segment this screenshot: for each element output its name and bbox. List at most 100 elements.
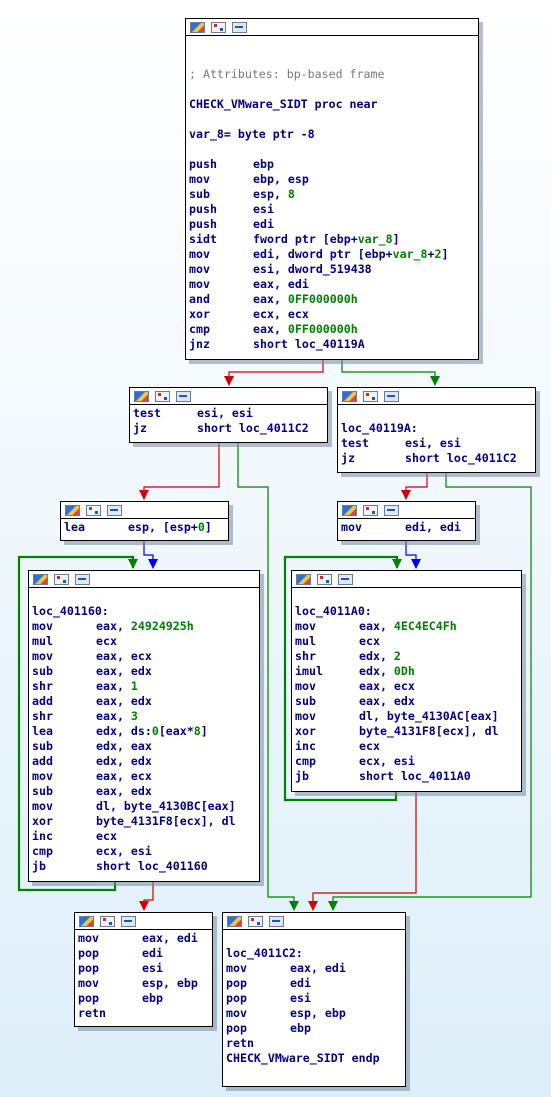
color-icon[interactable]: color-icon xyxy=(342,504,357,516)
instruction-line: push ebp xyxy=(189,157,478,172)
instruction-line: pop edi xyxy=(226,976,405,991)
mnemonic: sub xyxy=(295,694,316,708)
operand: eax, edi xyxy=(290,961,346,975)
node-header: color-icon graph-icon text-icon xyxy=(292,571,521,588)
operand: ebp xyxy=(290,1021,311,1035)
node-loc-40119a[interactable]: color-icon graph-icon text-icon loc_40119A… xyxy=(337,387,536,473)
graph-icon[interactable]: graph-icon xyxy=(363,504,378,516)
operand: eax, xyxy=(253,322,288,336)
text-icon[interactable]: text-icon xyxy=(269,915,284,927)
arrowhead-icon xyxy=(139,490,149,500)
operand: esi, dword_519438 xyxy=(253,262,372,276)
graph-icon[interactable]: graph-icon xyxy=(100,915,115,927)
operand: [eax* xyxy=(158,724,194,738)
operand: ecx xyxy=(359,634,380,648)
operand: ecx xyxy=(96,829,117,843)
node-code: mov eax, edi pop edi pop esi mov esp, ebp pop ebp… xyxy=(75,930,212,1021)
mnemonic: pop xyxy=(78,961,99,975)
text-icon[interactable]: text-icon xyxy=(176,390,191,402)
graph-icon[interactable]: graph-icon xyxy=(317,573,332,585)
mnemonic: mov xyxy=(32,799,53,813)
graph-icon[interactable]: graph-icon xyxy=(86,504,101,516)
instruction-line: mov esp, ebp xyxy=(78,976,212,991)
graph-icon[interactable]: graph-icon xyxy=(211,21,226,33)
color-icon[interactable]: color-icon xyxy=(227,915,242,927)
node-header: color-icon graph-icon text-icon xyxy=(223,913,405,930)
graph-icon[interactable]: graph-icon xyxy=(363,390,378,402)
instruction-line: and eax, 0FF000000h xyxy=(189,292,478,307)
graph-icon[interactable]: graph-icon xyxy=(155,390,170,402)
mnemonic: mov xyxy=(78,976,99,990)
mnemonic: pop xyxy=(78,991,99,1005)
mnemonic: mov xyxy=(78,931,99,945)
instruction-line: lea edx, ds:0[eax*8] xyxy=(32,724,259,739)
node-return-left[interactable]: color-icon graph-icon text-icon mov eax, ed… xyxy=(74,912,213,1027)
instruction-line: mov eax, ecx xyxy=(32,769,259,784)
node-loc-401160[interactable]: color-icon graph-icon text-icon loc_401160… xyxy=(28,570,260,882)
arrowhead-icon xyxy=(289,901,299,911)
instruction-line: add eax, edx xyxy=(32,694,259,709)
node-loc-4011c2[interactable]: color-icon graph-icon text-icon loc_4011C2… xyxy=(222,912,406,1087)
text-icon[interactable]: text-icon xyxy=(232,21,247,33)
node-lea-esp[interactable]: color-icon graph-icon text-icon lea esp, [e… xyxy=(60,501,229,541)
operand: byte_4131F8[ecx], dl xyxy=(96,814,236,828)
color-icon[interactable]: color-icon xyxy=(33,573,48,585)
node-loc-4011a0[interactable]: color-icon graph-icon text-icon loc_4011A0… xyxy=(291,570,522,792)
mnemonic: sub xyxy=(189,187,210,201)
operand-number: 0Dh xyxy=(393,664,415,678)
operand: eax, xyxy=(96,679,131,693)
instruction-line: mul ecx xyxy=(295,634,521,649)
text-icon[interactable]: text-icon xyxy=(384,390,399,402)
mnemonic: add xyxy=(32,754,53,768)
instruction-line: mov esp, ebp xyxy=(226,1006,405,1021)
mnemonic: mov xyxy=(295,619,316,633)
mnemonic: mov xyxy=(295,709,316,723)
color-icon[interactable]: color-icon xyxy=(342,390,357,402)
color-icon[interactable]: color-icon xyxy=(296,573,311,585)
color-icon[interactable]: color-icon xyxy=(65,504,80,516)
instruction-line: inc ecx xyxy=(295,739,521,754)
color-icon[interactable]: color-icon xyxy=(134,390,149,402)
edge-line xyxy=(341,358,436,385)
text-icon[interactable]: text-icon xyxy=(384,504,399,516)
operand: esp, ebp xyxy=(142,976,198,990)
operand: ecx xyxy=(359,739,380,753)
graph-icon[interactable]: graph-icon xyxy=(54,573,69,585)
mnemonic: sub xyxy=(32,784,53,798)
text-icon[interactable]: text-icon xyxy=(121,915,136,927)
instruction-line: jnz short loc_40119A xyxy=(189,337,478,352)
instruction-line: sub edx, eax xyxy=(32,739,259,754)
graph-icon[interactable]: graph-icon xyxy=(248,915,263,927)
mnemonic: cmp xyxy=(189,322,210,336)
operand: esi, esi xyxy=(405,436,461,450)
text-icon[interactable]: text-icon xyxy=(107,504,122,516)
arrowhead-icon xyxy=(148,559,158,569)
node-check-vmware-sidt-entry[interactable]: color-icon graph-icon text-icon ; Attribut… xyxy=(185,18,479,360)
mnemonic: push xyxy=(189,202,217,216)
text-icon[interactable]: text-icon xyxy=(75,573,90,585)
node-mov-edi-edi[interactable]: color-icon graph-icon text-icon mov edi, ed… xyxy=(337,501,476,541)
operand: eax, edx xyxy=(96,784,152,798)
instruction-line: test esi, esi xyxy=(341,436,535,451)
instruction-line: push esi xyxy=(189,202,478,217)
edge-n3-n5 xyxy=(401,471,428,500)
operand: ebp xyxy=(253,157,274,171)
operand: esp, ebp xyxy=(290,1006,346,1020)
instruction-line: mul ecx xyxy=(32,634,259,649)
mnemonic: sidt xyxy=(189,232,217,246)
operand: short loc_4011C2 xyxy=(405,451,517,465)
instruction-line: cmp eax, 0FF000000h xyxy=(189,322,478,337)
color-icon[interactable]: color-icon xyxy=(79,915,94,927)
mnemonic: imul xyxy=(295,664,323,678)
operand: eax, xyxy=(96,709,131,723)
label-line: loc_4011A0: xyxy=(295,604,372,618)
node-code: mov edi, edi xyxy=(338,519,475,535)
node-test-esi-left[interactable]: color-icon graph-icon text-icon test esi, e… xyxy=(129,387,328,443)
instruction-line: push edi xyxy=(189,217,478,232)
mnemonic: mov xyxy=(341,520,362,534)
text-icon[interactable]: text-icon xyxy=(338,573,353,585)
color-icon[interactable]: color-icon xyxy=(190,21,205,33)
instruction-line: jz short loc_4011C2 xyxy=(133,421,327,436)
instruction-line: shr eax, 3 xyxy=(32,709,259,724)
